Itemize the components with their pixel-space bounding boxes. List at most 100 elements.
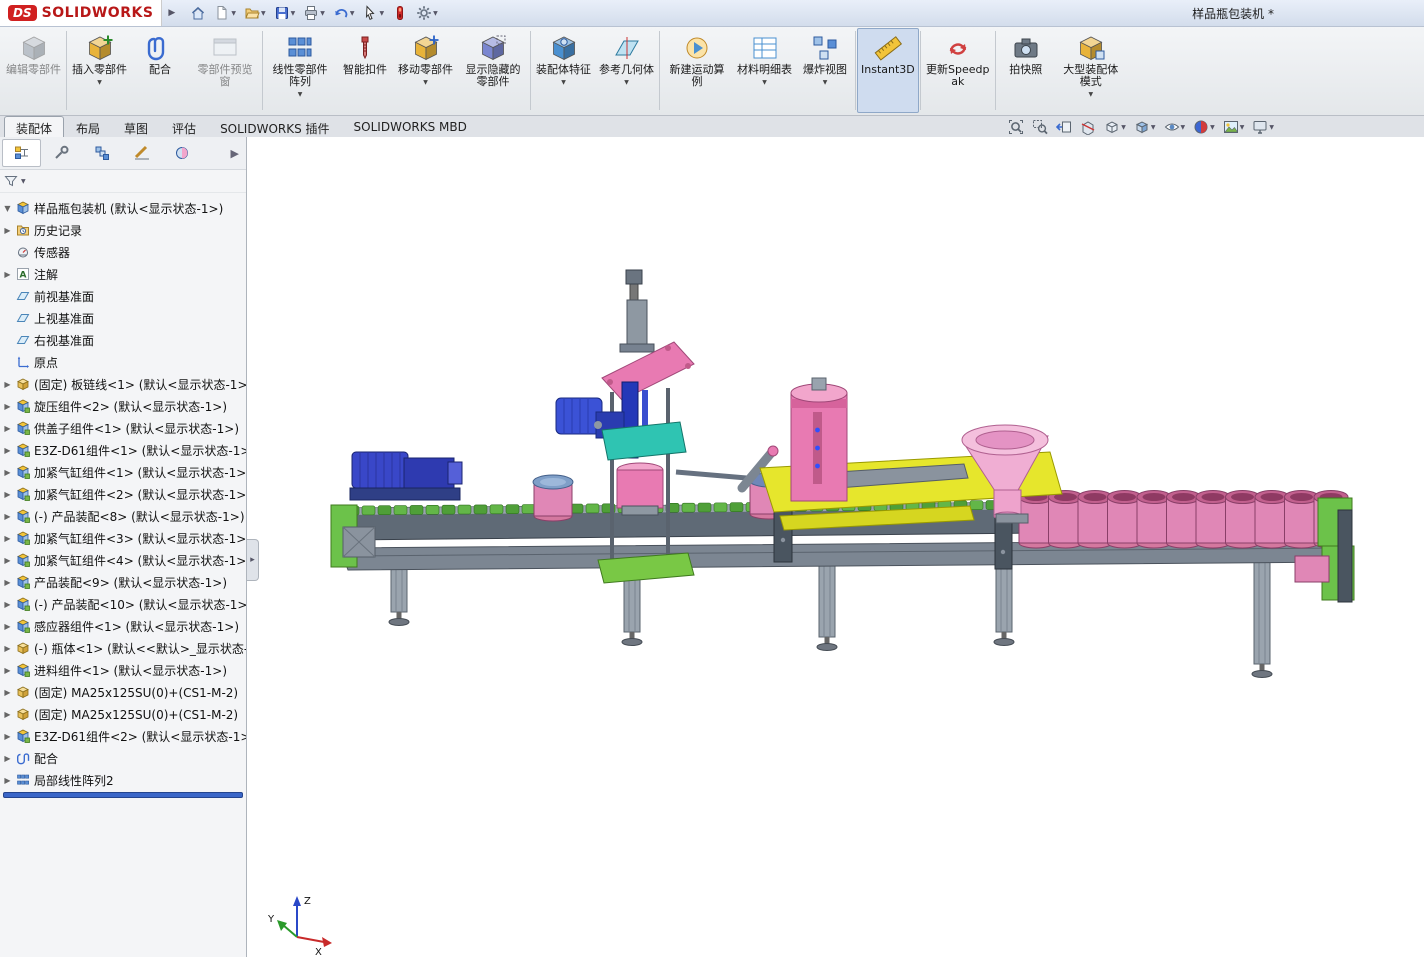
dropdown-arrow-icon[interactable]: ▼ [320,10,325,17]
tree-item[interactable]: ▶(-) 产品装配<10> (默认<显示状态-1>) [0,593,246,615]
capped-jar-left[interactable] [533,475,573,521]
tree-item[interactable]: 原点 [0,351,246,373]
dropdown-arrow-icon[interactable]: ▼ [1181,124,1186,131]
dropdown-arrow-icon[interactable]: ▼ [379,10,384,17]
expand-arrow-icon[interactable]: ▶ [3,776,12,785]
assembly-features-button[interactable]: 装配体特征▼ [532,28,595,113]
tree-item[interactable]: ▶配合 [0,747,246,769]
expand-arrow-icon[interactable]: ▶ [3,446,12,455]
tree-item[interactable]: 前视基准面 [0,285,246,307]
propertymanager-tab[interactable] [42,139,81,167]
expand-arrow-icon[interactable]: ▶ [3,490,12,499]
home-button[interactable] [187,4,209,22]
tree-item[interactable]: ▶(-) 产品装配<8> (默认<显示状态-1>) [0,505,246,527]
tree-item[interactable]: 右视基准面 [0,329,246,351]
new-document-button[interactable]: ▼ [211,4,239,22]
dropdown-arrow-icon[interactable]: ▼ [1121,124,1126,131]
rebuild-button[interactable] [389,4,411,22]
expand-arrow-icon[interactable]: ▶ [3,688,12,697]
dropdown-arrow-icon[interactable]: ▼ [762,77,767,89]
view-orientation-button[interactable]: ▼ [1104,119,1126,135]
graphics-viewport[interactable]: Z X Y [247,137,1424,957]
panel-tabs-overflow-arrow[interactable]: ▶ [226,147,244,160]
filter-dropdown-arrow-icon[interactable]: ▼ [21,178,26,185]
tab-3[interactable]: 评估 [160,116,208,138]
save-button[interactable]: ▼ [271,4,299,22]
tab-1[interactable]: 布局 [64,116,112,138]
dropdown-arrow-icon[interactable]: ▼ [1269,124,1274,131]
edit-appearance-button[interactable]: ▼ [1193,119,1215,135]
expand-arrow-icon[interactable]: ▶ [3,402,12,411]
hide-show-items-button[interactable]: ▼ [1164,119,1186,135]
tree-item[interactable]: ▶E3Z-D61组件<2> (默认<显示状态-1>) [0,725,246,747]
tree-item[interactable]: ▶进料组件<1> (默认<显示状态-1>) [0,659,246,681]
displaymanager-tab[interactable] [162,139,201,167]
expand-arrow-icon[interactable]: ▶ [3,380,12,389]
rollback-bar[interactable] [3,792,243,798]
new-motion-study-button[interactable]: 新建运动算例 [661,28,733,113]
tree-item[interactable]: ▶供盖子组件<1> (默认<显示状态-1>) [0,417,246,439]
expand-arrow-icon[interactable]: ▶ [3,270,12,279]
view-settings-button[interactable]: ▼ [1252,119,1274,135]
tree-item[interactable]: ▶E3Z-D61组件<1> (默认<显示状态-1>) [0,439,246,461]
large-assembly-mode-button[interactable]: 大型装配体模式▼ [1055,28,1127,113]
expand-arrow-icon[interactable]: ▶ [3,226,12,235]
tree-item[interactable]: ▶(固定) MA25x125SU(0)+(CS1-M-2) [0,681,246,703]
show-hidden-button[interactable]: 显示隐藏的零部件 [457,28,529,113]
featuremanager-tab[interactable] [2,139,41,167]
update-speedpak-button[interactable]: 更新Speedpak [922,28,994,113]
expand-arrow-icon[interactable]: ▼ [3,204,12,213]
dropdown-arrow-icon[interactable]: ▼ [823,77,828,89]
print-button[interactable]: ▼ [300,4,328,22]
tree-item[interactable]: ▶A注解 [0,263,246,285]
expand-arrow-icon[interactable]: ▶ [3,512,12,521]
display-style-button[interactable]: ▼ [1134,119,1156,135]
expand-arrow-icon[interactable]: ▶ [3,468,12,477]
move-component-button[interactable]: 移动零部件▼ [394,28,457,113]
undo-button[interactable]: ▼ [330,4,358,22]
configurationmanager-tab[interactable] [82,139,121,167]
options-gear-button[interactable]: ▼ [413,4,441,22]
tree-root[interactable]: ▼样品瓶包装机 (默认<显示状态-1>) [0,197,246,219]
dropdown-arrow-icon[interactable]: ▼ [350,10,355,17]
dropdown-arrow-icon[interactable]: ▼ [433,10,438,17]
zoom-fit-button[interactable] [1008,119,1024,135]
menu-expand-arrow[interactable]: ▶ [162,8,181,18]
panel-collapse-handle[interactable]: ▸ [247,539,259,581]
tree-item[interactable]: ▶加紧气缸组件<4> (默认<显示状态-1>) [0,549,246,571]
tree-item[interactable]: 上视基准面 [0,307,246,329]
tab-2[interactable]: 草图 [112,116,160,138]
bottle-row[interactable] [1019,491,1348,549]
expand-arrow-icon[interactable]: ▶ [3,600,12,609]
dropdown-arrow-icon[interactable]: ▼ [97,77,102,89]
tab-assembly[interactable]: 装配体 [4,116,64,138]
take-snapshot-button[interactable]: 拍快照 [997,28,1055,113]
expand-arrow-icon[interactable]: ▶ [3,710,12,719]
tree-item[interactable]: ▶感应器组件<1> (默认<显示状态-1>) [0,615,246,637]
tree-item[interactable]: ▶(固定) MA25x125SU(0)+(CS1-M-2) [0,703,246,725]
dropdown-arrow-icon[interactable]: ▼ [291,10,296,17]
reference-geometry-button[interactable]: 参考几何体▼ [595,28,658,113]
expand-arrow-icon[interactable]: ▶ [3,556,12,565]
tree-item[interactable]: ▶旋压组件<2> (默认<显示状态-1>) [0,395,246,417]
tree-item[interactable]: ▶局部线性阵列2 [0,769,246,791]
dimxpertmanager-tab[interactable] [122,139,161,167]
dropdown-arrow-icon[interactable]: ▼ [231,10,236,17]
dropdown-arrow-icon[interactable]: ▼ [1210,124,1215,131]
edit-component-button[interactable]: 编辑零部件 [2,28,65,113]
component-preview-button[interactable]: 零部件预览窗 [189,28,261,113]
zoom-area-button[interactable] [1032,119,1048,135]
dropdown-arrow-icon[interactable]: ▼ [261,10,266,17]
dropdown-arrow-icon[interactable]: ▼ [423,77,428,89]
apply-scene-button[interactable]: ▼ [1223,119,1245,135]
mate-button[interactable]: 配合 [131,28,189,113]
tab-5[interactable]: SOLIDWORKS MBD [342,116,479,138]
tree-item[interactable]: ▶加紧气缸组件<1> (默认<显示状态-1>) [0,461,246,483]
dropdown-arrow-icon[interactable]: ▼ [561,77,566,89]
expand-arrow-icon[interactable]: ▶ [3,754,12,763]
instant3d-button[interactable]: Instant3D [857,28,919,113]
expand-arrow-icon[interactable]: ▶ [3,424,12,433]
linear-pattern-button[interactable]: 线性零部件阵列▼ [264,28,336,113]
dropdown-arrow-icon[interactable]: ▼ [624,77,629,89]
tree-item[interactable]: ▶产品装配<9> (默认<显示状态-1>) [0,571,246,593]
